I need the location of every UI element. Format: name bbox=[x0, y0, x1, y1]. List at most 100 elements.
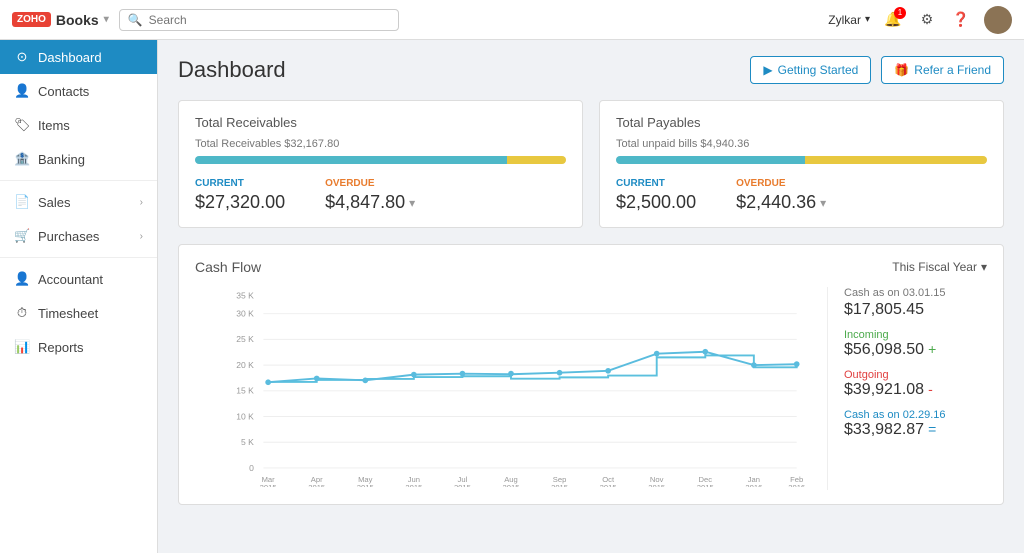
x-year-feb: 2016 bbox=[788, 483, 805, 487]
logo-chevron-icon[interactable]: ▾ bbox=[104, 14, 109, 25]
x-year-dec: 2015 bbox=[697, 483, 714, 487]
purchases-icon: 🛒 bbox=[14, 228, 30, 244]
topbar: ZOHO Books ▾ 🔍 Zylkar ▾ 🔔 1 ⚙ ❓ bbox=[0, 0, 1024, 40]
svg-text:5 K: 5 K bbox=[241, 437, 254, 447]
sales-arrow-icon: › bbox=[140, 197, 143, 208]
x-year-jun: 2015 bbox=[405, 483, 422, 487]
zoho-brand: ZOHO bbox=[12, 12, 51, 27]
cashflow-sidebar-stats: Cash as on 03.01.15 $17,805.45 Incoming … bbox=[827, 287, 987, 490]
sidebar-item-purchases[interactable]: 🛒 Purchases › bbox=[0, 219, 157, 253]
receivables-current-group: CURRENT $27,320.00 bbox=[195, 178, 285, 213]
topbar-right: Zylkar ▾ 🔔 1 ⚙ ❓ bbox=[828, 6, 1012, 34]
settings-button[interactable]: ⚙ bbox=[916, 9, 938, 31]
sidebar-item-banking[interactable]: 🏦 Banking bbox=[0, 142, 157, 176]
search-bar[interactable]: 🔍 bbox=[119, 9, 399, 31]
receivables-overdue-bar bbox=[507, 156, 566, 164]
contacts-icon: 👤 bbox=[14, 83, 30, 99]
x-year-apr: 2015 bbox=[308, 483, 325, 487]
cf-outgoing-value: $39,921.08 bbox=[844, 381, 924, 399]
cf-stat-outgoing: Outgoing $39,921.08 - bbox=[844, 369, 987, 399]
svg-text:15 K: 15 K bbox=[236, 386, 254, 396]
cf-outgoing-label: Outgoing bbox=[844, 369, 987, 381]
receivables-title: Total Receivables bbox=[195, 115, 566, 130]
receivables-overdue-label: OVERDUE bbox=[325, 178, 415, 189]
cf-closing-value-row: $33,982.87 = bbox=[844, 421, 987, 439]
chart-point-aug bbox=[508, 371, 514, 377]
x-year-oct: 2015 bbox=[600, 483, 617, 487]
cf-outgoing-value-row: $39,921.08 - bbox=[844, 381, 987, 399]
getting-started-button[interactable]: ▶ Getting Started bbox=[750, 56, 871, 84]
sidebar-item-dashboard[interactable]: ⊙ Dashboard bbox=[0, 40, 157, 74]
cf-stat-incoming: Incoming $56,098.50 + bbox=[844, 329, 987, 359]
chart-point-jul bbox=[460, 371, 466, 377]
x-year-jan: 2016 bbox=[745, 483, 762, 487]
gift-icon: 🎁 bbox=[894, 63, 909, 77]
sidebar-label-reports: Reports bbox=[38, 340, 84, 355]
main-content: Dashboard ▶ Getting Started 🎁 Refer a Fr… bbox=[158, 40, 1024, 553]
notification-button[interactable]: 🔔 1 bbox=[882, 9, 904, 31]
receivables-current-label: CURRENT bbox=[195, 178, 285, 189]
cf-incoming-value-row: $56,098.50 + bbox=[844, 341, 987, 359]
sidebar-item-contacts[interactable]: 👤 Contacts bbox=[0, 74, 157, 108]
receivables-current-bar bbox=[195, 156, 507, 164]
x-year-jul: 2015 bbox=[454, 483, 471, 487]
payables-overdue-bar bbox=[805, 156, 987, 164]
sidebar-label-items: Items bbox=[38, 118, 70, 133]
chart-point-mar bbox=[265, 379, 271, 385]
cashflow-body: 0 5 K 10 K 15 K 20 K 25 K 30 K 35 K bbox=[195, 287, 987, 490]
sidebar-label-purchases: Purchases bbox=[38, 229, 99, 244]
search-input[interactable] bbox=[149, 13, 390, 27]
sidebar-item-timesheet[interactable]: ⏱ Timesheet bbox=[0, 296, 157, 330]
chart-point-feb bbox=[794, 361, 800, 367]
receivables-card: Total Receivables Total Receivables $32,… bbox=[178, 100, 583, 228]
sidebar-item-reports[interactable]: 📊 Reports bbox=[0, 330, 157, 364]
x-year-aug: 2015 bbox=[503, 483, 520, 487]
banking-icon: 🏦 bbox=[14, 151, 30, 167]
cf-stat-opening: Cash as on 03.01.15 $17,805.45 bbox=[844, 287, 987, 319]
svg-text:10 K: 10 K bbox=[236, 411, 254, 421]
payables-overdue-label: OVERDUE bbox=[736, 178, 826, 189]
chart-point-apr bbox=[314, 376, 320, 382]
cf-incoming-label: Incoming bbox=[844, 329, 987, 341]
page-header: Dashboard ▶ Getting Started 🎁 Refer a Fr… bbox=[178, 56, 1004, 84]
payables-overdue-amount: $2,440.36 ▾ bbox=[736, 192, 826, 213]
sidebar-divider-1 bbox=[0, 180, 157, 181]
cf-outgoing-sign: - bbox=[928, 381, 933, 397]
sidebar: ⊙ Dashboard 👤 Contacts 🏷 Items 🏦 Banking… bbox=[0, 40, 158, 553]
filter-chevron-icon: ▾ bbox=[981, 260, 987, 274]
svg-text:30 K: 30 K bbox=[236, 309, 254, 319]
page-title: Dashboard bbox=[178, 57, 750, 83]
sidebar-label-banking: Banking bbox=[38, 152, 85, 167]
receivables-subtitle: Total Receivables $32,167.80 bbox=[195, 138, 566, 150]
sales-icon: 📄 bbox=[14, 194, 30, 210]
sidebar-item-sales[interactable]: 📄 Sales › bbox=[0, 185, 157, 219]
payables-progress bbox=[616, 156, 987, 164]
sidebar-item-accountant[interactable]: 👤 Accountant bbox=[0, 262, 157, 296]
chart-point-jan bbox=[751, 362, 757, 368]
reports-icon: 📊 bbox=[14, 339, 30, 355]
x-year-sep: 2015 bbox=[551, 483, 568, 487]
books-label: Books bbox=[56, 12, 99, 28]
sidebar-item-items[interactable]: 🏷 Items bbox=[0, 108, 157, 142]
receivables-overdue-amount: $4,847.80 ▾ bbox=[325, 192, 415, 213]
cf-closing-label: Cash as on 02.29.16 bbox=[844, 409, 987, 421]
items-icon: 🏷 bbox=[14, 117, 30, 133]
sidebar-label-contacts: Contacts bbox=[38, 84, 89, 99]
cf-incoming-sign: + bbox=[928, 341, 936, 357]
svg-text:20 K: 20 K bbox=[236, 360, 254, 370]
avatar[interactable] bbox=[984, 6, 1012, 34]
svg-text:35 K: 35 K bbox=[236, 290, 254, 300]
refer-friend-button[interactable]: 🎁 Refer a Friend bbox=[881, 56, 1004, 84]
payables-current-group: CURRENT $2,500.00 bbox=[616, 178, 696, 213]
cashflow-svg: 0 5 K 10 K 15 K 20 K 25 K 30 K 35 K bbox=[195, 287, 827, 487]
help-button[interactable]: ❓ bbox=[950, 9, 972, 31]
summary-cards: Total Receivables Total Receivables $32,… bbox=[178, 100, 1004, 228]
sidebar-label-accountant: Accountant bbox=[38, 272, 103, 287]
accountant-icon: 👤 bbox=[14, 271, 30, 287]
receivables-overdue-dropdown[interactable]: ▾ bbox=[409, 196, 415, 210]
cashflow-filter-button[interactable]: This Fiscal Year ▾ bbox=[892, 260, 987, 274]
user-menu[interactable]: Zylkar ▾ bbox=[828, 13, 870, 27]
payables-overdue-dropdown[interactable]: ▾ bbox=[820, 196, 826, 210]
sidebar-label-sales: Sales bbox=[38, 195, 71, 210]
payables-title: Total Payables bbox=[616, 115, 987, 130]
